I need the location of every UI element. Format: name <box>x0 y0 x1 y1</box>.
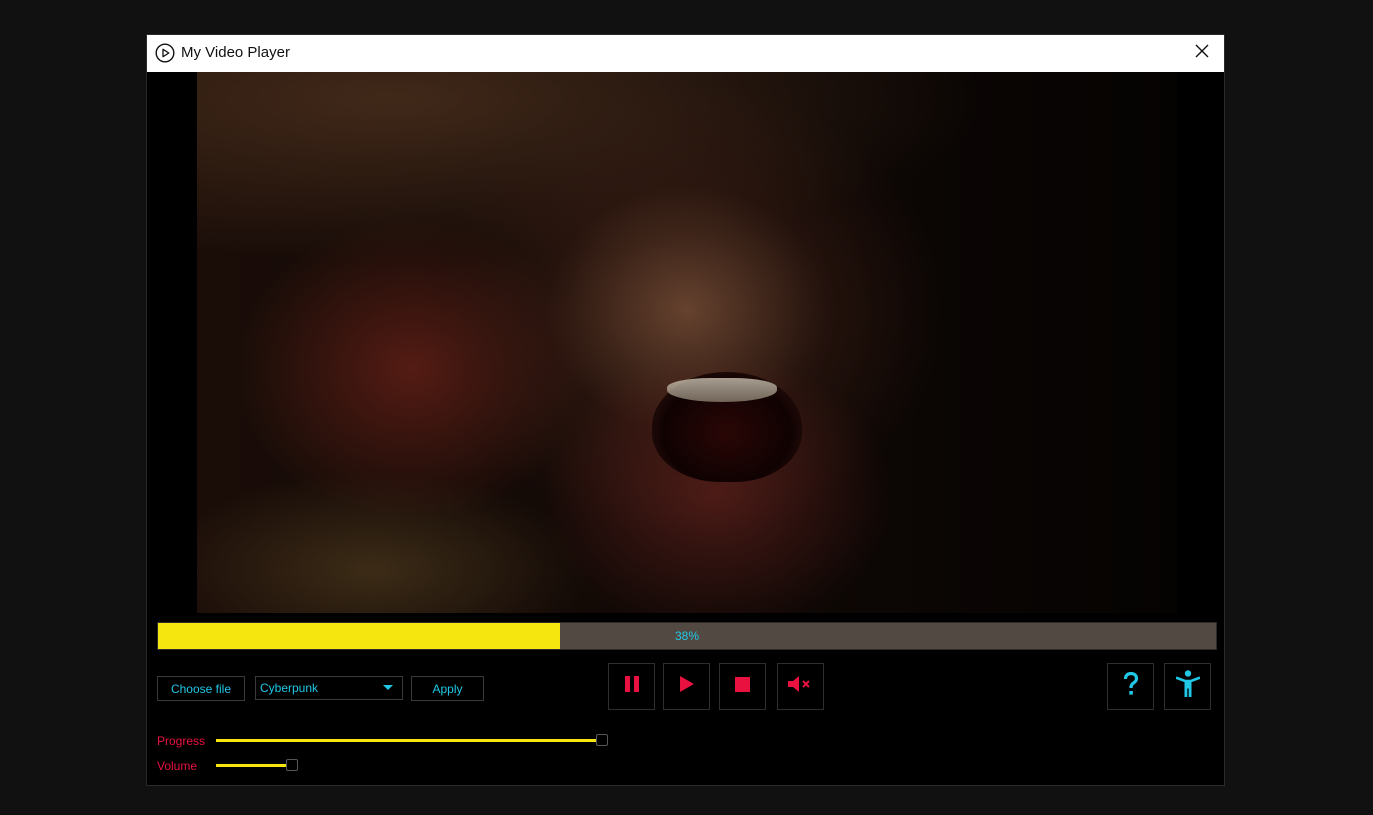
theme-select-value: Cyberpunk <box>260 681 319 695</box>
video-area[interactable] <box>147 72 1224 613</box>
close-button[interactable] <box>1180 35 1224 72</box>
playback-progress-bar: 38% <box>157 622 1217 650</box>
help-icon <box>1123 671 1139 701</box>
play-circle-icon <box>155 43 175 63</box>
window-title: My Video Player <box>181 44 290 61</box>
accessibility-icon <box>1175 670 1200 703</box>
video-content-detail <box>667 378 777 402</box>
video-player-window: My Video Player 38% Choose file Cyberpun… <box>146 34 1225 786</box>
play-button[interactable] <box>663 663 710 710</box>
choose-file-button[interactable]: Choose file <box>157 676 245 701</box>
stop-icon <box>735 676 750 697</box>
apply-theme-button[interactable]: Apply <box>411 676 484 701</box>
mute-icon <box>787 675 814 698</box>
progress-slider-track[interactable] <box>216 739 596 742</box>
theme-select[interactable]: Cyberpunk <box>255 676 403 700</box>
accessibility-button[interactable] <box>1164 663 1211 710</box>
pause-icon <box>624 676 640 697</box>
help-button[interactable] <box>1107 663 1154 710</box>
volume-slider-track[interactable] <box>216 764 286 767</box>
play-icon <box>679 676 695 697</box>
stop-button[interactable] <box>719 663 766 710</box>
progress-slider-handle[interactable] <box>596 734 608 746</box>
chevron-down-icon <box>383 685 393 690</box>
volume-slider-handle[interactable] <box>286 759 298 771</box>
volume-slider-label: Volume <box>157 759 198 773</box>
mute-button[interactable] <box>777 663 824 710</box>
pause-button[interactable] <box>608 663 655 710</box>
title-bar: My Video Player <box>147 35 1224 72</box>
progress-slider-label: Progress <box>157 734 206 748</box>
progress-percent-text: 38% <box>674 629 700 643</box>
close-icon <box>1195 44 1209 63</box>
video-frame <box>197 72 1177 613</box>
